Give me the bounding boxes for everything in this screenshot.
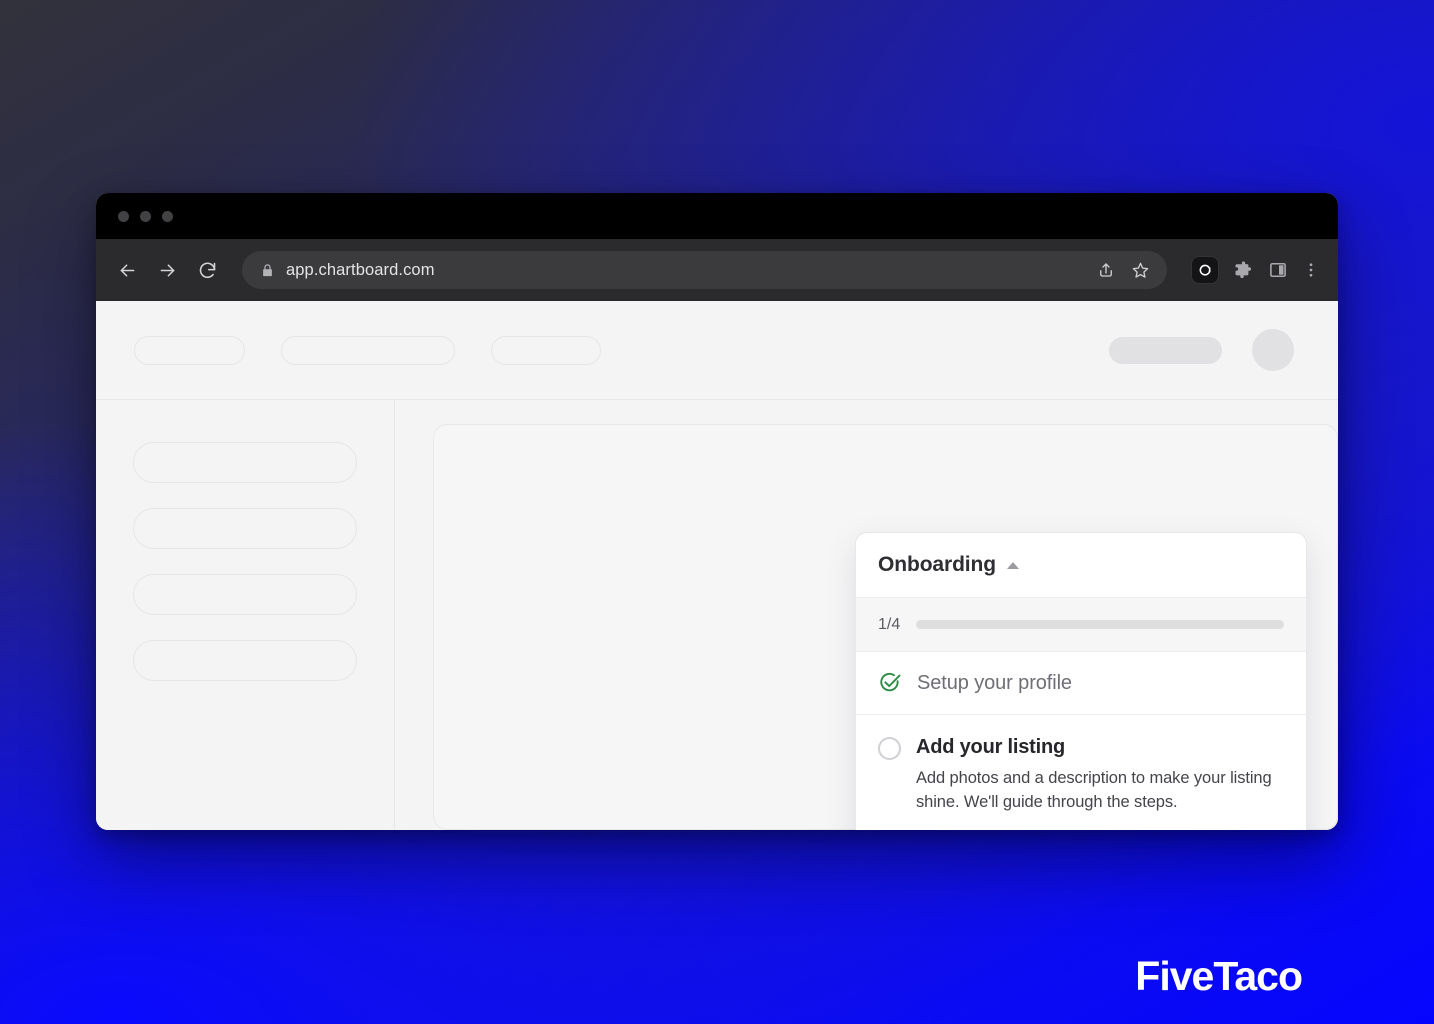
extension-badge-button[interactable]	[1191, 256, 1219, 284]
step-title-add-listing: Add your listing	[916, 736, 1066, 758]
app-header-actions	[1109, 329, 1294, 371]
sidebar-item-1[interactable]	[133, 442, 357, 483]
star-icon	[1132, 262, 1148, 278]
app-sidebar	[96, 400, 395, 830]
app-nav	[134, 335, 601, 365]
fivetaco-watermark: FiveTaco	[1135, 953, 1303, 999]
side-panel-button[interactable]	[1268, 260, 1288, 280]
step-body-add-listing: Add your listing Add photos and a descri…	[916, 736, 1284, 830]
url-text: app.chartboard.com	[286, 260, 435, 279]
traffic-light-minimize-dot[interactable]	[140, 210, 151, 222]
check-circle-icon	[878, 671, 902, 695]
reload-button[interactable]	[190, 253, 224, 287]
nav-placeholder-3[interactable]	[491, 335, 601, 365]
extension-badge-icon	[1192, 257, 1218, 283]
side-panel-icon	[1270, 262, 1286, 278]
progress-bar-track	[916, 620, 1284, 629]
bookmark-button[interactable]	[1123, 253, 1157, 287]
onboarding-card: Onboarding 1/4 Setup your profile Add yo…	[855, 532, 1307, 830]
traffic-light-close-dot[interactable]	[118, 210, 129, 222]
progress-count-label: 1/4	[878, 615, 901, 633]
onboarding-step-setup-profile[interactable]: Setup your profile	[856, 652, 1306, 715]
three-dot-menu-icon	[1309, 263, 1313, 277]
sidebar-item-3[interactable]	[133, 574, 357, 615]
browser-titlebar	[96, 193, 1338, 239]
puzzle-extensions-button[interactable]	[1233, 260, 1254, 281]
onboarding-progress-row: 1/4	[856, 598, 1306, 652]
browser-toolbar: app.chartboard.com	[96, 239, 1338, 301]
back-button[interactable]	[110, 253, 144, 287]
avatar[interactable]	[1252, 329, 1294, 371]
arrow-right-icon	[160, 263, 174, 277]
arrow-left-icon	[120, 263, 134, 277]
step-description-add-listing: Add photos and a description to make you…	[916, 769, 1272, 812]
share-button[interactable]	[1089, 253, 1123, 287]
address-bar[interactable]: app.chartboard.com	[242, 251, 1167, 289]
toolbar-extensions	[1191, 256, 1320, 284]
nav-placeholder-2[interactable]	[281, 335, 455, 365]
traffic-light-maximize-dot[interactable]	[162, 210, 173, 222]
onboarding-step-add-listing: Add your listing Add photos and a descri…	[856, 715, 1306, 830]
header-action-placeholder[interactable]	[1109, 336, 1222, 364]
app-viewport: Onboarding 1/4 Setup your profile Add yo…	[96, 301, 1338, 830]
puzzle-piece-icon	[1235, 260, 1252, 278]
radio-empty-icon[interactable]	[878, 737, 901, 760]
share-icon	[1100, 263, 1112, 277]
chevron-up-icon[interactable]	[1007, 561, 1019, 569]
sidebar-item-4[interactable]	[133, 640, 357, 681]
nav-placeholder-1[interactable]	[134, 335, 245, 365]
forward-button[interactable]	[150, 253, 184, 287]
browser-window: app.chartboard.com Onboarding 1/4 Setup …	[96, 193, 1338, 830]
step-label-setup-profile: Setup your profile	[917, 671, 1072, 694]
app-header	[96, 301, 1338, 400]
browser-menu-button[interactable]	[1302, 261, 1320, 279]
reload-icon	[199, 262, 215, 278]
onboarding-title: Onboarding	[878, 553, 996, 576]
onboarding-header[interactable]: Onboarding	[856, 533, 1306, 598]
sidebar-item-2[interactable]	[133, 508, 357, 549]
lock-icon	[260, 263, 275, 278]
